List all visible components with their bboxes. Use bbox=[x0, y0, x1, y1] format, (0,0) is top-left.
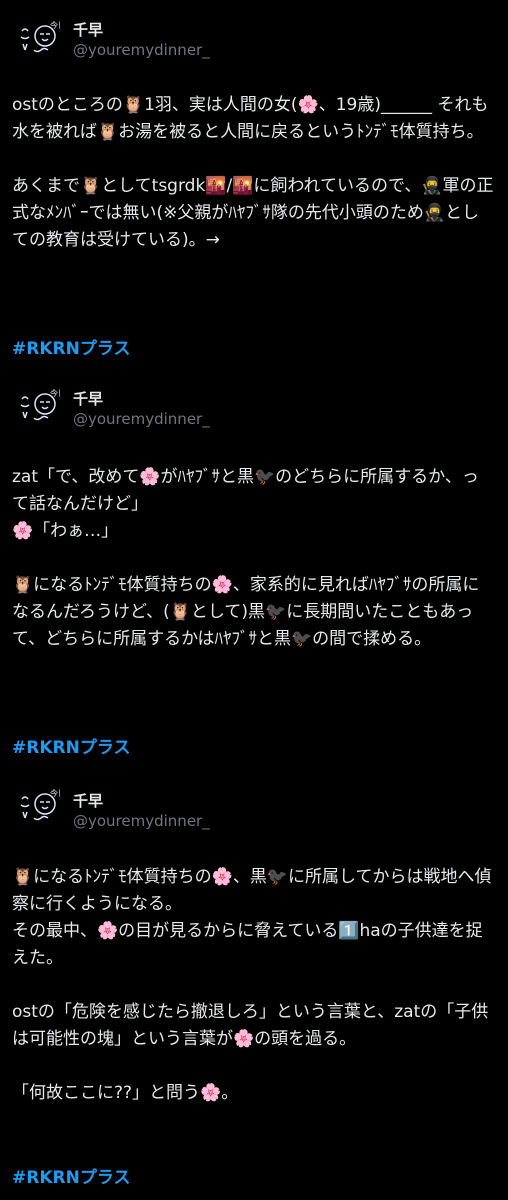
avatar-doodle-icon: 今日 bbox=[20, 388, 60, 421]
hashtag-link[interactable]: #RKRNプラス bbox=[12, 1163, 131, 1188]
svg-text:今日: 今日 bbox=[50, 788, 60, 798]
avatar[interactable]: 今日 bbox=[12, 385, 60, 433]
author-handle[interactable]: @youremydinner_ bbox=[73, 410, 210, 428]
avatar-doodle-icon: 今日 bbox=[20, 20, 60, 53]
post-text: 🦉になるﾄﾝﾃﾞﾓ体質持ちの🌸、黒🐦‍⬛に所属してからは戦地へ偵察に行くようにな… bbox=[12, 867, 492, 1103]
avatar-doodle-icon: 今日 bbox=[20, 788, 60, 821]
avatar[interactable]: 今日 bbox=[12, 785, 60, 833]
author-handle[interactable]: @youremydinner_ bbox=[73, 41, 210, 59]
post-text: zat「で、改めて🌸がﾊﾔﾌﾞｻと黒🐦‍⬛のどちらに所属するか、って話なんだけど… bbox=[12, 467, 480, 649]
hashtag-link[interactable]: #RKRNプラス bbox=[12, 733, 131, 758]
avatar[interactable]: 今日 bbox=[12, 17, 60, 65]
author-name[interactable]: 千早 bbox=[73, 388, 103, 409]
author-name[interactable]: 千早 bbox=[73, 19, 103, 40]
svg-text:今日: 今日 bbox=[50, 20, 60, 30]
hashtag-link[interactable]: #RKRNプラス bbox=[12, 334, 131, 359]
author-handle[interactable]: @youremydinner_ bbox=[73, 812, 210, 830]
post-text: ostのところの🦉1羽、実は人間の女(🌸、19歳)______ それも水を被れば… bbox=[12, 95, 494, 250]
svg-text:今日: 今日 bbox=[50, 388, 60, 398]
author-name[interactable]: 千早 bbox=[73, 790, 103, 811]
